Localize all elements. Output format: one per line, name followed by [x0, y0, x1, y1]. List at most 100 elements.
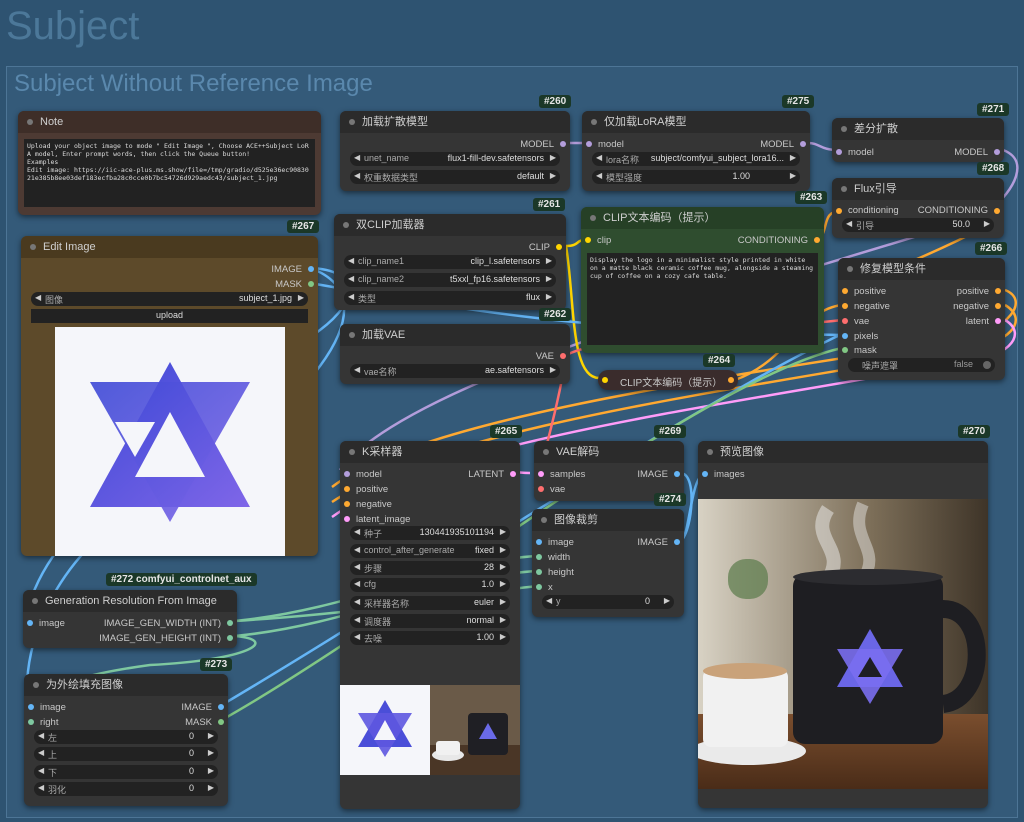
arrow-left-icon[interactable]: ◀	[354, 527, 360, 536]
input-image-pin[interactable]	[28, 704, 34, 710]
input-image-pin[interactable]	[27, 620, 33, 626]
collapse-dot-icon[interactable]	[591, 119, 597, 125]
arrow-right-icon[interactable]: ▶	[984, 219, 990, 228]
clip-name1-widget[interactable]: ◀ clip_name1 clip_l.safetensors ▶	[344, 255, 556, 269]
arrow-left-icon[interactable]: ◀	[546, 596, 552, 605]
clip-text-encode-collapsed-node[interactable]: CLIP文本编码（提示）	[598, 370, 738, 390]
arrow-left-icon[interactable]: ◀	[354, 545, 360, 554]
prompt-textarea[interactable]: Display the logo in a minimalist style p…	[587, 253, 818, 345]
clip-text-encode-node[interactable]: CLIP文本编码（提示） clip CONDITIONING Display t…	[581, 207, 824, 353]
image-crop-node[interactable]: 图像裁剪 image width height x IMAGE ◀ y 0 ▶	[532, 509, 684, 617]
pad-image-outpaint-node[interactable]: 为外绘填充图像 image right IMAGE MASK ◀ 左 0 ▶ ◀ 上 0 ▶…	[24, 674, 228, 806]
output-negative-pin[interactable]	[995, 303, 1001, 309]
node-graph-canvas[interactable]: Subject Subject Without Reference Image …	[0, 0, 1024, 822]
arrow-left-icon[interactable]: ◀	[354, 597, 360, 606]
sampler-name-widget[interactable]: ◀ 采样器名称 euler ▶	[350, 596, 510, 610]
arrow-left-icon[interactable]: ◀	[354, 579, 360, 588]
preview-header[interactable]: 预览图像	[698, 441, 988, 463]
output-conditioning-pin[interactable]	[728, 377, 734, 383]
flux-guidance-node[interactable]: Flux引导 conditioning CONDITIONING ◀ 引导 50.0…	[832, 178, 1004, 238]
unet-loader-node[interactable]: 加载扩散模型 MODEL ◀ unet_name flux1-fill-dev.sa…	[340, 111, 570, 191]
collapse-dot-icon[interactable]	[841, 186, 847, 192]
note-header[interactable]: Note	[18, 111, 321, 133]
output-latent-pin[interactable]	[995, 318, 1001, 324]
output-height-pin[interactable]	[227, 635, 233, 641]
input-latent-pin[interactable]	[344, 516, 350, 522]
collapse-dot-icon[interactable]	[27, 119, 33, 125]
vae-name-widget[interactable]: ◀ vae名称 ae.safetensors ▶	[350, 364, 560, 378]
lora-loader-node[interactable]: 仅加载LoRA模型 model MODEL ◀ lora名称 subject/com…	[582, 111, 810, 191]
arrow-right-icon[interactable]: ▶	[208, 731, 214, 740]
arrow-right-icon[interactable]: ▶	[500, 527, 506, 536]
image-select-widget[interactable]: ◀ 图像 subject_1.jpg ▶	[31, 292, 308, 306]
output-image-pin[interactable]	[674, 539, 680, 545]
arrow-right-icon[interactable]: ▶	[550, 153, 556, 162]
pad-bottom-widget[interactable]: ◀ 下 0 ▶	[34, 765, 218, 779]
arrow-left-icon[interactable]: ◀	[596, 171, 602, 180]
pad-left-widget[interactable]: ◀ 左 0 ▶	[34, 730, 218, 744]
output-mask-pin[interactable]	[308, 281, 314, 287]
arrow-right-icon[interactable]: ▶	[546, 256, 552, 265]
dual-clip-loader-node[interactable]: 双CLIP加载器 CLIP ◀ clip_name1 clip_l.safetens…	[334, 214, 566, 310]
input-negative-pin[interactable]	[344, 501, 350, 507]
arrow-right-icon[interactable]: ▶	[500, 597, 506, 606]
clip-type-widget[interactable]: ◀ 类型 flux ▶	[344, 291, 556, 305]
cfg-widget[interactable]: ◀ cfg 1.0 ▶	[350, 578, 510, 592]
input-conditioning-pin[interactable]	[836, 208, 842, 214]
arrow-left-icon[interactable]: ◀	[354, 365, 360, 374]
control-after-generate-widget[interactable]: ◀ control_after_generate fixed ▶	[350, 544, 510, 558]
inpaint-conditioning-node[interactable]: 修复模型条件 positive negative vae pixels mask…	[838, 258, 1005, 380]
crop-header[interactable]: 图像裁剪	[532, 509, 684, 531]
input-clip-pin[interactable]	[585, 237, 591, 243]
output-image-pin[interactable]	[218, 704, 224, 710]
seed-widget[interactable]: ◀ 种子 130441935101194 ▶	[350, 526, 510, 540]
vae-decode-node[interactable]: VAE解码 samples vae IMAGE	[534, 441, 684, 501]
output-positive-pin[interactable]	[995, 288, 1001, 294]
input-model-pin[interactable]	[836, 149, 842, 155]
inpaint-header[interactable]: 修复模型条件	[838, 258, 1005, 280]
flux-header[interactable]: Flux引导	[832, 178, 1004, 200]
note-node[interactable]: Note Upload your object image to mode " …	[18, 111, 321, 215]
output-conditioning-pin[interactable]	[994, 208, 1000, 214]
vaeload-header[interactable]: 加载VAE	[340, 324, 570, 346]
collapse-dot-icon[interactable]	[707, 449, 713, 455]
load-image-header[interactable]: Edit Image	[21, 236, 318, 258]
arrow-left-icon[interactable]: ◀	[348, 256, 354, 265]
collapse-dot-icon[interactable]	[847, 266, 853, 272]
input-samples-pin[interactable]	[538, 471, 544, 477]
dualclip-header[interactable]: 双CLIP加载器	[334, 214, 566, 236]
arrow-left-icon[interactable]: ◀	[354, 632, 360, 641]
input-width-pin[interactable]	[536, 554, 542, 560]
arrow-left-icon[interactable]: ◀	[348, 274, 354, 283]
collapse-dot-icon[interactable]	[590, 215, 596, 221]
arrow-right-icon[interactable]: ▶	[664, 596, 670, 605]
scheduler-widget[interactable]: ◀ 调度器 normal ▶	[350, 614, 510, 628]
pad-header[interactable]: 为外绘填充图像	[24, 674, 228, 696]
arrow-right-icon[interactable]: ▶	[500, 632, 506, 641]
arrow-left-icon[interactable]: ◀	[354, 171, 360, 180]
input-model-pin[interactable]	[344, 471, 350, 477]
lora-strength-widget[interactable]: ◀ 模型强度 1.00 ▶	[592, 170, 800, 184]
arrow-left-icon[interactable]: ◀	[354, 615, 360, 624]
arrow-left-icon[interactable]: ◀	[38, 766, 44, 775]
input-right-pin[interactable]	[28, 719, 34, 725]
arrow-right-icon[interactable]: ▶	[208, 748, 214, 757]
preview-image-node[interactable]: 预览图像 images	[698, 441, 988, 808]
arrow-right-icon[interactable]: ▶	[500, 545, 506, 554]
arrow-right-icon[interactable]: ▶	[550, 365, 556, 374]
note-text[interactable]: Upload your object image to mode " Edit …	[24, 139, 315, 207]
input-negative-pin[interactable]	[842, 303, 848, 309]
arrow-right-icon[interactable]: ▶	[500, 562, 506, 571]
input-pixels-pin[interactable]	[842, 333, 848, 339]
input-vae-pin[interactable]	[842, 318, 848, 324]
vaedecode-header[interactable]: VAE解码	[534, 441, 684, 463]
arrow-right-icon[interactable]: ▶	[208, 783, 214, 792]
arrow-left-icon[interactable]: ◀	[348, 292, 354, 301]
arrow-right-icon[interactable]: ▶	[546, 292, 552, 301]
input-images-pin[interactable]	[702, 471, 708, 477]
input-model-pin[interactable]	[586, 141, 592, 147]
output-model-pin[interactable]	[560, 141, 566, 147]
ksampler-node[interactable]: K采样器 model positive negative latent_imag…	[340, 441, 520, 809]
unet-header[interactable]: 加载扩散模型	[340, 111, 570, 133]
output-image-pin[interactable]	[308, 266, 314, 272]
